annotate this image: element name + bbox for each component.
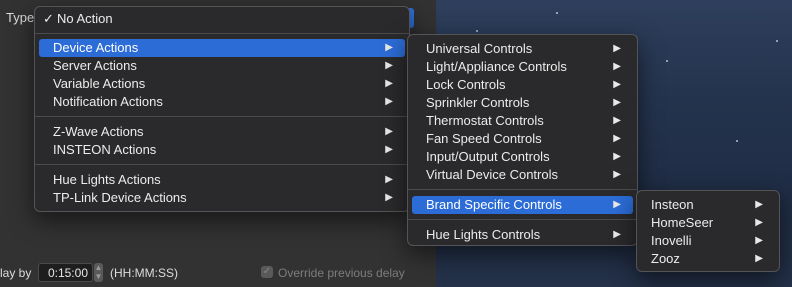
menu-item-label: HomeSeer xyxy=(651,215,714,230)
menu-item-label: Universal Controls xyxy=(426,41,533,56)
brand-specific-submenu: Insteon ▶ HomeSeer ▶ Inovelli ▶ Zooz ▶ xyxy=(636,190,780,272)
menu-item-label: Device Actions xyxy=(53,40,139,55)
menu-item-zooz[interactable]: Zooz ▶ xyxy=(641,250,775,268)
submenu-arrow-icon: ▶ xyxy=(755,235,763,246)
menu-item-no-action[interactable]: ✓ No Action xyxy=(39,10,405,28)
type-label: Type xyxy=(6,10,35,25)
submenu-arrow-icon: ▶ xyxy=(613,79,621,90)
menu-item-label: Thermostat Controls xyxy=(426,113,544,128)
menu-item-virtual-device-controls[interactable]: Virtual Device Controls ▶ xyxy=(412,166,633,184)
submenu-arrow-icon: ▶ xyxy=(385,192,393,203)
submenu-arrow-icon: ▶ xyxy=(613,169,621,180)
menu-item-hue-lights-controls[interactable]: Hue Lights Controls ▶ xyxy=(412,226,633,244)
menu-item-label: Brand Specific Controls xyxy=(426,197,562,212)
menu-separator xyxy=(35,164,409,165)
menu-separator xyxy=(35,33,409,34)
submenu-arrow-icon: ▶ xyxy=(385,174,393,185)
menu-item-label: TP-Link Device Actions xyxy=(53,190,187,205)
menu-item-input-output-controls[interactable]: Input/Output Controls ▶ xyxy=(412,148,633,166)
menu-item-label: No Action xyxy=(57,11,113,26)
menu-item-label: Insteon xyxy=(651,197,694,212)
menu-item-variable-actions[interactable]: Variable Actions ▶ xyxy=(39,75,405,93)
submenu-arrow-icon: ▶ xyxy=(385,96,393,107)
menu-item-universal-controls[interactable]: Universal Controls ▶ xyxy=(412,40,633,58)
submenu-arrow-icon: ▶ xyxy=(385,60,393,71)
submenu-arrow-icon: ▶ xyxy=(385,126,393,137)
menu-item-tp-link-device-actions[interactable]: TP-Link Device Actions ▶ xyxy=(39,189,405,207)
action-type-menu: ✓ No Action Device Actions ▶ Server Action… xyxy=(34,6,410,212)
delay-stepper[interactable]: ▲ ▼ xyxy=(94,263,103,282)
menu-item-label: Fan Speed Controls xyxy=(426,131,542,146)
delay-time-field[interactable]: 0:15:00 xyxy=(38,263,93,282)
menu-item-label: Variable Actions xyxy=(53,76,146,91)
menu-item-label: Light/Appliance Controls xyxy=(426,59,567,74)
menu-item-label: Zooz xyxy=(651,251,680,266)
menu-item-label: Lock Controls xyxy=(426,77,506,92)
menu-separator xyxy=(408,219,637,220)
menu-item-lock-controls[interactable]: Lock Controls ▶ xyxy=(412,76,633,94)
submenu-arrow-icon: ▶ xyxy=(755,217,763,228)
menu-item-notification-actions[interactable]: Notification Actions ▶ xyxy=(39,93,405,111)
menu-item-label: Server Actions xyxy=(53,58,137,73)
menu-separator xyxy=(408,189,637,190)
menu-item-server-actions[interactable]: Server Actions ▶ xyxy=(39,57,405,75)
submenu-arrow-icon: ▶ xyxy=(613,151,621,162)
menu-item-z-wave-actions[interactable]: Z-Wave Actions ▶ xyxy=(39,123,405,141)
delay-label: lay by xyxy=(0,266,32,280)
submenu-arrow-icon: ▶ xyxy=(613,43,621,54)
menu-item-label: INSTEON Actions xyxy=(53,142,157,157)
submenu-arrow-icon: ▶ xyxy=(385,78,393,89)
submenu-arrow-icon: ▶ xyxy=(613,115,621,126)
menu-item-insteon[interactable]: Insteon ▶ xyxy=(641,196,775,214)
submenu-arrow-icon: ▶ xyxy=(613,229,621,240)
submenu-arrow-icon: ▶ xyxy=(613,97,621,108)
menu-separator xyxy=(35,116,409,117)
device-actions-submenu: Universal Controls ▶ Light/Appliance Contr… xyxy=(407,34,638,246)
menu-item-insteon-actions[interactable]: INSTEON Actions ▶ xyxy=(39,141,405,159)
menu-item-label: Sprinkler Controls xyxy=(426,95,530,110)
menu-item-fan-speed-controls[interactable]: Fan Speed Controls ▶ xyxy=(412,130,633,148)
override-label: Override previous delay xyxy=(278,266,405,280)
submenu-arrow-icon: ▶ xyxy=(755,253,763,264)
menu-item-label: Hue Lights Actions xyxy=(53,172,161,187)
menu-item-label: Input/Output Controls xyxy=(426,149,550,164)
menu-item-label: Virtual Device Controls xyxy=(426,167,558,182)
menu-item-label: Inovelli xyxy=(651,233,692,248)
menu-item-hue-lights-actions[interactable]: Hue Lights Actions ▶ xyxy=(39,171,405,189)
submenu-arrow-icon: ▶ xyxy=(613,199,621,210)
menu-item-label: Z-Wave Actions xyxy=(53,124,144,139)
menu-item-thermostat-controls[interactable]: Thermostat Controls ▶ xyxy=(412,112,633,130)
submenu-arrow-icon: ▶ xyxy=(613,133,621,144)
menu-item-homeseer[interactable]: HomeSeer ▶ xyxy=(641,214,775,232)
menu-item-light-appliance-controls[interactable]: Light/Appliance Controls ▶ xyxy=(412,58,633,76)
menu-item-sprinkler-controls[interactable]: Sprinkler Controls ▶ xyxy=(412,94,633,112)
menu-item-label: Notification Actions xyxy=(53,94,163,109)
submenu-arrow-icon: ▶ xyxy=(385,42,393,53)
submenu-arrow-icon: ▶ xyxy=(613,61,621,72)
submenu-arrow-icon: ▶ xyxy=(755,199,763,210)
submenu-arrow-icon: ▶ xyxy=(385,144,393,155)
menu-item-label: Hue Lights Controls xyxy=(426,227,541,242)
checkmark-icon: ✓ xyxy=(43,11,54,26)
delay-format-label: (HH:MM:SS) xyxy=(110,266,178,280)
override-checkbox[interactable]: ✓ xyxy=(261,266,273,278)
menu-item-brand-specific-controls[interactable]: Brand Specific Controls ▶ xyxy=(412,196,633,214)
menu-item-device-actions[interactable]: Device Actions ▶ xyxy=(39,39,405,57)
menu-item-inovelli[interactable]: Inovelli ▶ xyxy=(641,232,775,250)
